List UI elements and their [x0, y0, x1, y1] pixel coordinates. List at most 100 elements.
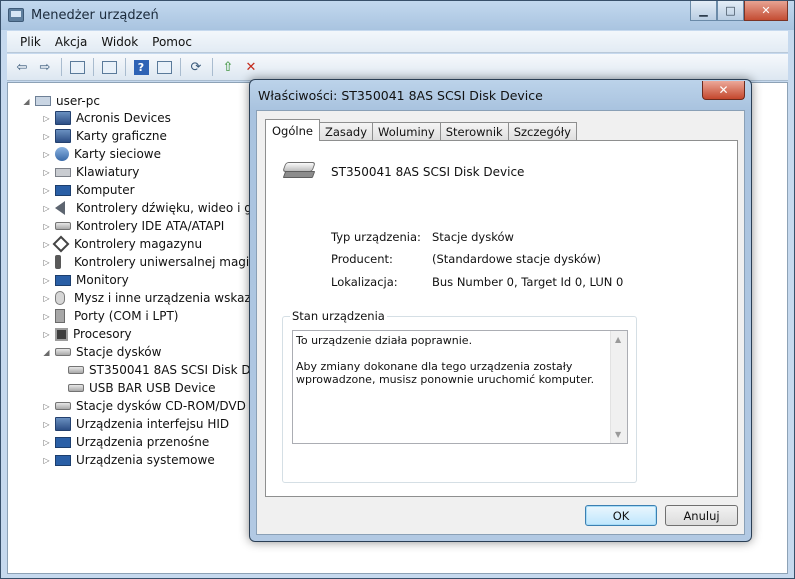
close-button[interactable]: ✕ [744, 1, 788, 21]
tree-item-acronis-devices[interactable]: ▷ Acronis Devices [42, 109, 171, 127]
mouse-icon [55, 291, 65, 305]
portable-device-icon [55, 436, 71, 448]
update-driver-icon[interactable]: ⇧ [217, 57, 239, 77]
expand-icon[interactable]: ▷ [42, 456, 51, 465]
expand-icon[interactable]: ▷ [42, 276, 51, 285]
tree-item-label: Monitory [76, 273, 129, 287]
tab-sterownik[interactable]: Sterownik [439, 122, 509, 141]
disk-drive-icon [55, 348, 71, 356]
help-icon[interactable]: ? [130, 57, 152, 77]
tree-item-label: Stacje dysków CD-ROM/DVD [76, 399, 246, 413]
expand-icon[interactable]: ▷ [42, 402, 51, 411]
device-icon [55, 111, 71, 125]
tree-item-karty-graficzne[interactable]: ▷ Karty graficzne [42, 127, 167, 145]
tree-item-hid[interactable]: ▷ Urządzenia interfejsu HID [42, 415, 229, 433]
menu-pomoc[interactable]: Pomoc [145, 35, 199, 49]
menu-plik[interactable]: Plik [13, 35, 48, 49]
properties-dialog: Właściwości: ST350041 8AS SCSI Disk Devi… [249, 79, 752, 542]
action-pane-icon[interactable] [153, 57, 175, 77]
location-value: Bus Number 0, Target Id 0, LUN 0 [432, 275, 624, 289]
uninstall-device-icon[interactable]: ✕ [240, 57, 262, 77]
tree-item-porty[interactable]: ▷ Porty (COM i LPT) [42, 307, 178, 325]
tree-item-label: Kontrolery IDE ATA/ATAPI [76, 219, 225, 233]
device-type-value: Stacje dysków [432, 230, 514, 244]
tree-item-monitory[interactable]: ▷ Monitory [42, 271, 129, 289]
expand-icon[interactable]: ▷ [42, 294, 51, 303]
device-status-group: Stan urządzenia To urządzenie działa pop… [282, 309, 637, 483]
tree-item-kontrolery-dzwieku[interactable]: ▷ Kontrolery dźwięku, wideo i gier [42, 199, 267, 217]
tree-item-label: user-pc [56, 94, 100, 108]
monitor-icon [55, 274, 71, 286]
tree-item-label: Procesory [73, 327, 132, 341]
device-status-title: Stan urządzenia [290, 309, 387, 323]
tree-item-kontrolery-ide[interactable]: ▷ Kontrolery IDE ATA/ATAPI [42, 217, 224, 235]
dialog-close-button[interactable]: ✕ [702, 81, 745, 100]
system-device-icon [55, 454, 71, 466]
tree-item-label: Stacje dysków [76, 345, 162, 359]
tree-item-komputer[interactable]: ▷ Komputer [42, 181, 134, 199]
expand-icon[interactable]: ▷ [42, 240, 51, 249]
expand-icon[interactable]: ▷ [42, 132, 51, 141]
menu-akcja[interactable]: Akcja [48, 35, 94, 49]
general-tab-panel: ST350041 8AS SCSI Disk Device Typ urządz… [265, 140, 738, 497]
toolbar-separator [180, 58, 181, 76]
tree-item-procesory[interactable]: ▷ Procesory [42, 325, 132, 343]
scroll-down-icon[interactable]: ▼ [615, 430, 621, 439]
status-scrollbar[interactable]: ▲ ▼ [610, 331, 627, 443]
status-line-2: Aby zmiany dokonane dla tego urządzenia … [296, 360, 595, 386]
maximize-button[interactable]: □ [717, 1, 744, 21]
tree-item-stacje-dyskow[interactable]: ◢ Stacje dysków [42, 343, 161, 361]
expand-icon[interactable]: ▷ [42, 150, 51, 159]
expand-icon[interactable]: ▷ [42, 186, 51, 195]
ide-controller-icon [55, 222, 71, 230]
expand-icon[interactable]: ▷ [42, 168, 51, 177]
tree-item-label: Klawiatury [76, 165, 140, 179]
expand-icon[interactable]: ▷ [42, 438, 51, 447]
scroll-up-icon[interactable]: ▲ [615, 335, 621, 344]
dialog-body: Ogólne Zasady Woluminy Sterownik Szczegó… [256, 110, 745, 535]
tree-item-usb-bar-device[interactable]: USB BAR USB Device [68, 379, 216, 397]
tree-item-systemowe[interactable]: ▷ Urządzenia systemowe [42, 451, 215, 469]
expand-icon[interactable]: ▷ [42, 222, 51, 231]
dialog-title: Właściwości: ST350041 8AS SCSI Disk Devi… [258, 88, 543, 103]
tree-root-user-pc[interactable]: ◢ user-pc [22, 92, 100, 110]
tree-item-przenosne[interactable]: ▷ Urządzenia przenośne [42, 433, 209, 451]
tree-item-label: USB BAR USB Device [89, 381, 216, 395]
disk-drive-icon [282, 162, 316, 180]
tree-item-label: Urządzenia systemowe [76, 453, 215, 467]
tree-item-mysz[interactable]: ▷ Mysz i inne urządzenia wskazujące [42, 289, 283, 307]
title-bar[interactable]: Menedżer urządzeń ▁ □ ✕ [1, 1, 794, 30]
usb-controller-icon [55, 255, 61, 269]
tree-item-cdrom[interactable]: ▷ Stacje dysków CD-ROM/DVD [42, 397, 246, 415]
expand-icon[interactable]: ▷ [42, 420, 51, 429]
expand-icon[interactable]: ▷ [42, 330, 51, 339]
computer-icon [55, 184, 71, 196]
tab-szczegoly[interactable]: Szczegóły [507, 122, 577, 141]
expand-icon[interactable]: ▷ [42, 258, 51, 267]
tab-zasady[interactable]: Zasady [318, 122, 374, 141]
scan-hardware-icon[interactable]: ⟳ [185, 57, 207, 77]
tree-item-klawiatury[interactable]: ▷ Klawiatury [42, 163, 139, 181]
tab-woluminy[interactable]: Woluminy [372, 122, 441, 141]
tree-item-kontrolery-magazynu[interactable]: ▷ Kontrolery magazynu [42, 235, 202, 253]
collapse-icon[interactable]: ◢ [22, 97, 31, 106]
expand-icon[interactable]: ▷ [42, 312, 51, 321]
forward-icon[interactable]: ⇨ [34, 57, 56, 77]
show-hide-console-tree-icon[interactable] [66, 57, 88, 77]
disk-drive-icon [68, 384, 84, 392]
back-icon[interactable]: ⇦ [11, 57, 33, 77]
tree-item-karty-sieciowe[interactable]: ▷ Karty sieciowe [42, 145, 161, 163]
network-adapter-icon [55, 147, 69, 161]
expand-icon[interactable]: ▷ [42, 204, 51, 213]
menu-widok[interactable]: Widok [94, 35, 145, 49]
cancel-button[interactable]: Anuluj [665, 505, 738, 526]
device-status-textbox[interactable]: To urządzenie działa poprawnie. Aby zmia… [292, 330, 628, 444]
collapse-icon[interactable]: ◢ [42, 348, 51, 357]
tree-item-label: Karty sieciowe [74, 147, 162, 161]
tab-ogolne[interactable]: Ogólne [265, 119, 320, 141]
expand-icon[interactable]: ▷ [42, 114, 51, 123]
ok-button[interactable]: OK [585, 505, 657, 526]
device-name: ST350041 8AS SCSI Disk Device [331, 165, 525, 179]
minimize-button[interactable]: ▁ [690, 1, 717, 21]
properties-icon[interactable] [98, 57, 120, 77]
